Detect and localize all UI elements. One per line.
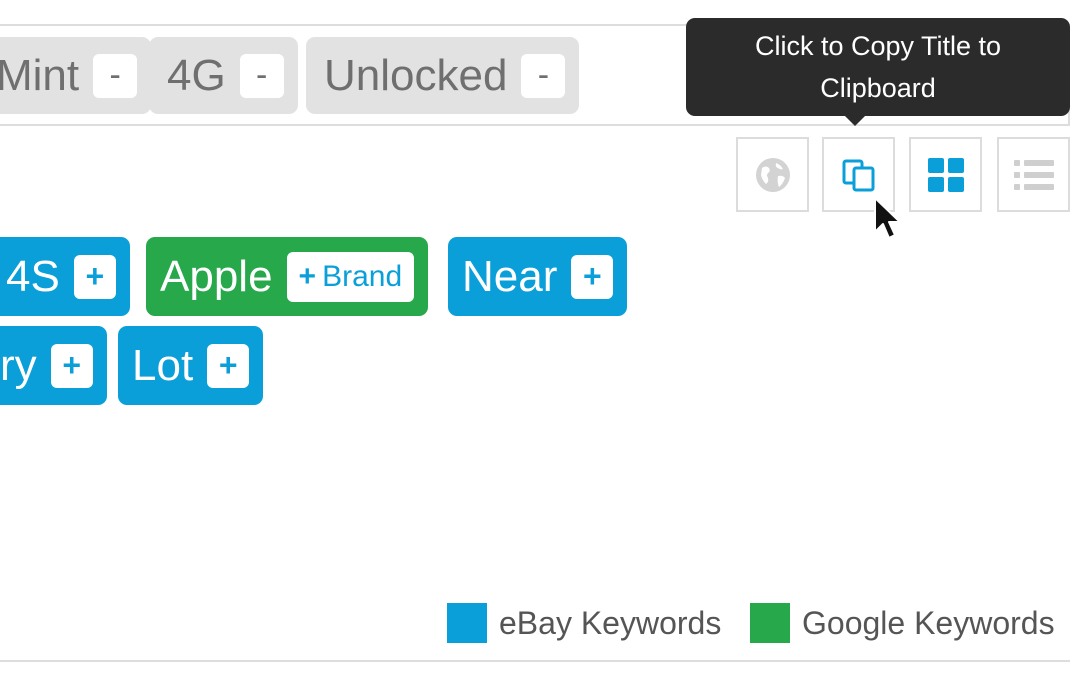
title-tag-4g: 4G -: [149, 37, 298, 114]
add-keyword-button[interactable]: +: [207, 343, 250, 388]
title-tag-unlocked: Unlocked -: [306, 37, 580, 114]
globe-button[interactable]: [736, 137, 809, 212]
keyword-chip-near: Near +: [448, 237, 628, 316]
add-brand-label: Brand: [322, 259, 403, 293]
remove-tag-button[interactable]: -: [239, 53, 284, 98]
keyword-label: 4S: [6, 251, 60, 301]
title-tag-label: Mint: [0, 50, 80, 100]
copy-title-tooltip: Click to Copy Title to Clipboard: [686, 18, 1070, 116]
add-keyword-button[interactable]: +: [50, 343, 93, 388]
add-brand-plus: +: [298, 259, 317, 293]
mouse-cursor-icon: [874, 197, 901, 239]
add-keyword-button[interactable]: +: [73, 254, 116, 299]
legend-google-label: Google Keywords: [802, 604, 1055, 641]
list-view-button[interactable]: [997, 137, 1070, 212]
bottom-divider: [0, 660, 1070, 662]
legend-ebay: eBay Keywords: [447, 603, 721, 643]
tooltip-line-1: Click to Copy Title to: [754, 31, 1002, 61]
legend-ebay-label: eBay Keywords: [499, 604, 722, 641]
grid-view-button[interactable]: [909, 137, 982, 212]
grid-view-icon: [927, 157, 964, 192]
google-swatch: [750, 603, 790, 643]
title-tag-label: 4G: [167, 50, 226, 100]
list-view-icon: [1013, 159, 1054, 190]
title-tag-label: Unlocked: [324, 50, 508, 100]
keyword-chip-apple: Apple + Brand: [146, 237, 429, 316]
remove-tag-button[interactable]: -: [521, 53, 566, 98]
keyword-chip-4s: 4S +: [0, 237, 130, 316]
title-tag-mint: Mint -: [0, 37, 152, 114]
remove-tag-button[interactable]: -: [93, 53, 138, 98]
add-brand-button[interactable]: + Brand: [286, 251, 415, 302]
tooltip-arrow: [845, 116, 865, 126]
ebay-swatch: [447, 603, 487, 643]
keyword-label: ry: [0, 340, 37, 390]
keyword-label: Near: [462, 251, 558, 301]
keyword-label: Lot: [132, 340, 194, 390]
keyword-chip-ry: ry +: [0, 326, 107, 405]
globe-icon: [755, 157, 790, 192]
copy-icon: [842, 159, 874, 191]
keyword-chip-lot: Lot +: [118, 326, 264, 405]
keyword-label: Apple: [160, 251, 273, 301]
keyword-tool-panel: Mint - 4G - Unlocked - Click to Copy Tit…: [0, 0, 1080, 686]
legend-google: Google Keywords: [750, 603, 1055, 643]
tooltip-line-2: Clipboard: [820, 73, 936, 103]
add-keyword-button[interactable]: +: [571, 254, 614, 299]
